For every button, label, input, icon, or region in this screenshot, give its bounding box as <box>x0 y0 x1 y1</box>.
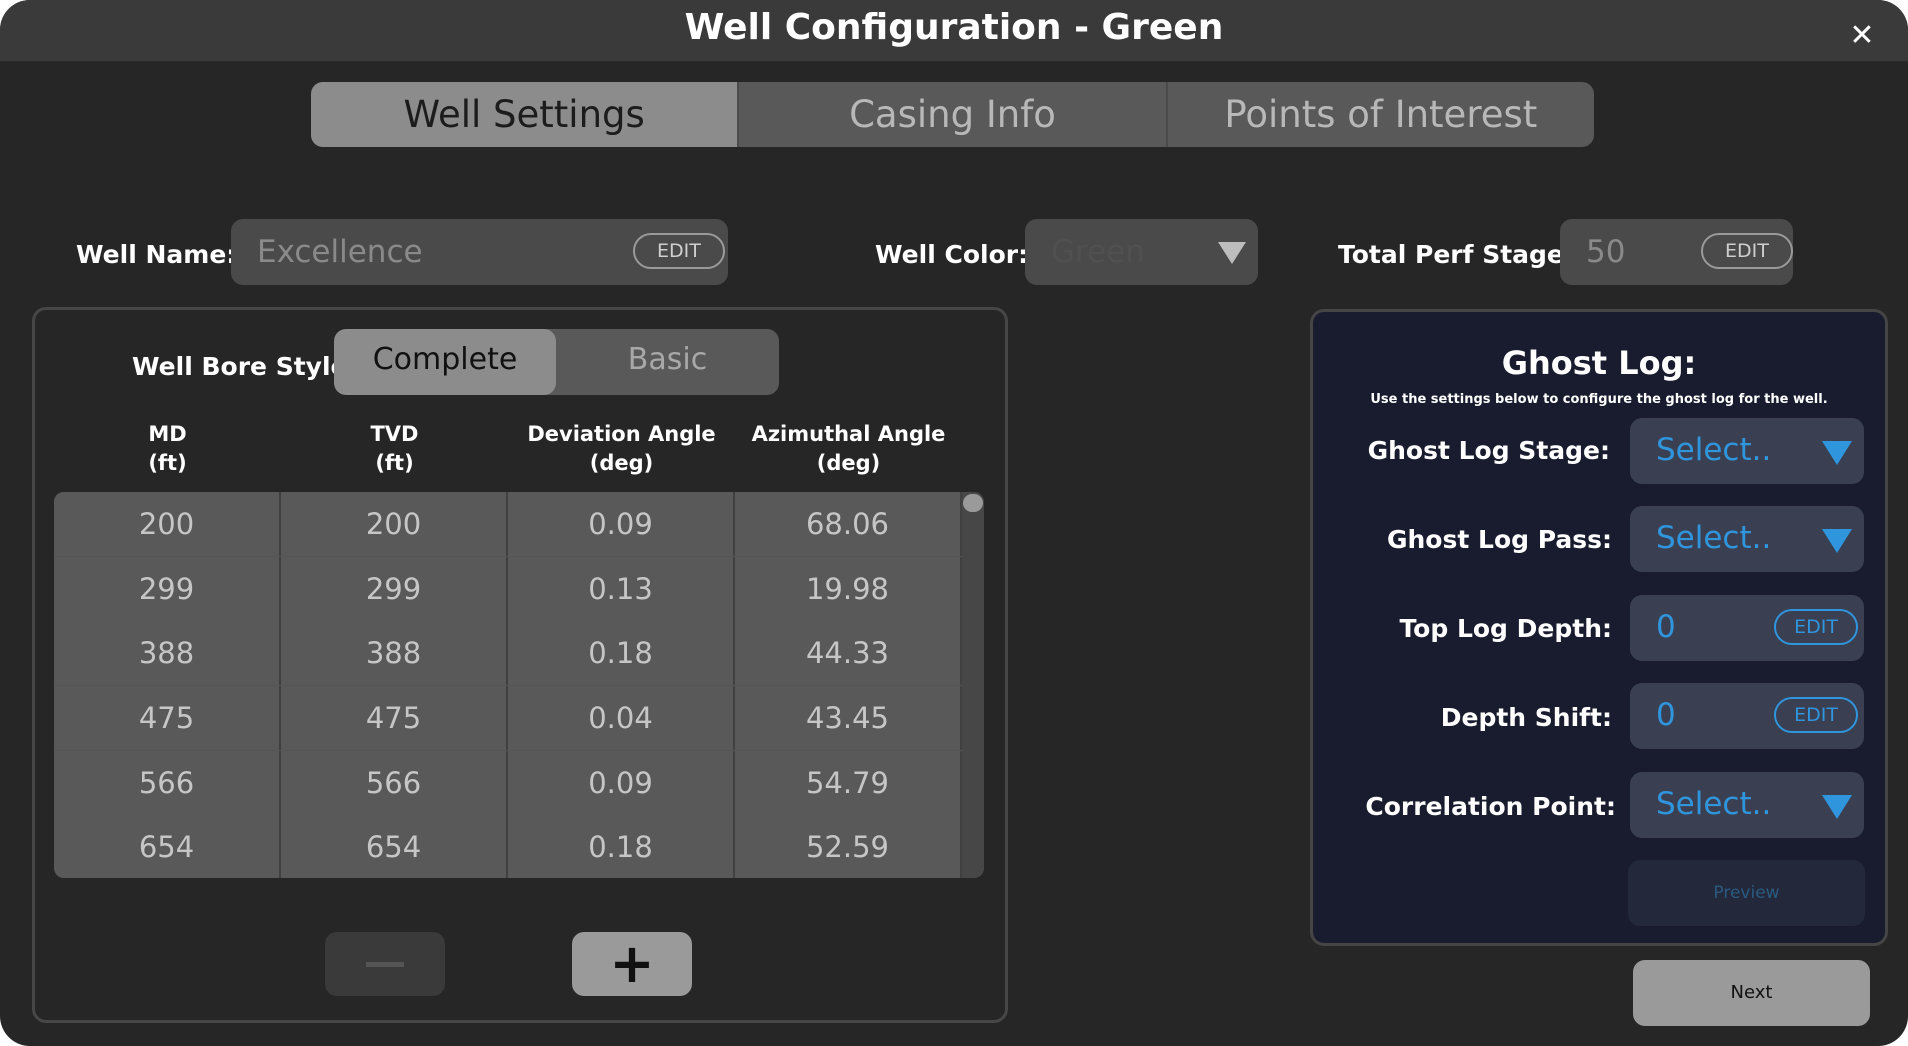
tab-well-settings[interactable]: Well Settings <box>311 82 738 147</box>
table-cell[interactable]: 19.98 <box>735 557 962 621</box>
ghost-log-stage-label: Ghost Log Stage: <box>1367 436 1610 465</box>
well-name-edit-button[interactable]: EDIT <box>633 233 725 269</box>
total-perf-stages-value: 50 <box>1586 234 1626 270</box>
column-header-title: Azimuthal Angle <box>751 422 946 446</box>
table-scrollbar[interactable] <box>962 492 984 878</box>
table-cell[interactable]: 654 <box>54 815 281 878</box>
correlation-point-dropdown[interactable]: Select.. <box>1630 772 1864 838</box>
total-perf-stages-label: Total Perf Stages: <box>1338 240 1589 269</box>
table-cell[interactable]: 200 <box>54 492 281 556</box>
depth-shift-edit-button[interactable]: EDIT <box>1774 697 1858 733</box>
column-header-title: MD <box>148 422 187 446</box>
well-bore-style-toggle: Complete Basic <box>334 329 779 395</box>
table-cell[interactable]: 44.33 <box>735 621 962 685</box>
table-cell[interactable]: 54.79 <box>735 751 962 815</box>
table-row[interactable]: 654 654 0.18 52.59 <box>54 815 962 878</box>
table-cell[interactable]: 0.09 <box>508 492 735 556</box>
table-row[interactable]: 299 299 0.13 19.98 <box>54 557 962 621</box>
well-color-dropdown[interactable]: Green <box>1025 219 1258 285</box>
table-cell[interactable]: 68.06 <box>735 492 962 556</box>
table-row[interactable]: 200 200 0.09 68.06 <box>54 492 962 556</box>
well-bore-complete-option[interactable]: Complete <box>334 329 556 395</box>
next-button[interactable]: Next <box>1633 960 1870 1026</box>
ghost-log-title: Ghost Log: <box>1501 344 1697 382</box>
column-header-tvd: TVD (ft) <box>281 420 508 478</box>
chevron-down-icon <box>1822 795 1852 819</box>
remove-row-button[interactable] <box>325 932 445 996</box>
close-button[interactable]: ✕ <box>1842 16 1882 56</box>
table-cell[interactable]: 200 <box>281 492 508 556</box>
window-title: Well Configuration - Green <box>684 7 1224 48</box>
table-cell[interactable]: 0.09 <box>508 751 735 815</box>
table-cell[interactable]: 0.18 <box>508 815 735 878</box>
table-cell[interactable]: 475 <box>54 686 281 750</box>
column-header-unit: (deg) <box>816 451 881 475</box>
preview-button[interactable]: Preview <box>1628 860 1865 926</box>
table-cell[interactable]: 388 <box>54 621 281 685</box>
table-row[interactable]: 475 475 0.04 43.45 <box>54 686 962 750</box>
table-cell[interactable]: 43.45 <box>735 686 962 750</box>
total-perf-stages-edit-button[interactable]: EDIT <box>1701 233 1793 269</box>
well-color-value: Green <box>1051 234 1145 270</box>
top-log-depth-value: 0 <box>1656 609 1676 645</box>
tab-bar: Well Settings Casing Info Points of Inte… <box>311 82 1594 147</box>
well-bore-basic-option[interactable]: Basic <box>556 329 779 395</box>
ghost-log-pass-dropdown[interactable]: Select.. <box>1630 506 1864 572</box>
well-bore-style-label: Well Bore Style: <box>132 352 358 381</box>
table-cell[interactable]: 566 <box>281 751 508 815</box>
table-cell[interactable]: 566 <box>54 751 281 815</box>
top-log-depth-edit-button[interactable]: EDIT <box>1774 609 1858 645</box>
correlation-point-value: Select.. <box>1656 786 1772 822</box>
column-header-title: TVD <box>370 422 419 446</box>
column-header-azimuthal-angle: Azimuthal Angle (deg) <box>735 420 962 478</box>
column-header-unit: (ft) <box>148 451 187 475</box>
ghost-log-stage-dropdown[interactable]: Select.. <box>1630 418 1864 484</box>
column-header-title: Deviation Angle <box>527 422 716 446</box>
column-header-deviation-angle: Deviation Angle (deg) <box>508 420 735 478</box>
chevron-down-icon <box>1218 242 1246 264</box>
survey-table: 200 200 0.09 68.06 299 299 0.13 19.98 38… <box>54 492 984 878</box>
column-header-unit: (deg) <box>589 451 654 475</box>
table-cell[interactable]: 0.04 <box>508 686 735 750</box>
table-row[interactable]: 388 388 0.18 44.33 <box>54 621 962 685</box>
depth-shift-value: 0 <box>1656 697 1676 733</box>
table-cell[interactable]: 0.13 <box>508 557 735 621</box>
table-cell[interactable]: 299 <box>281 557 508 621</box>
ghost-log-subtitle: Use the settings below to configure the … <box>1370 392 1828 407</box>
depth-shift-label: Depth Shift: <box>1440 703 1612 732</box>
well-color-label: Well Color: <box>875 240 1029 269</box>
chevron-down-icon <box>1822 441 1852 465</box>
ghost-log-stage-value: Select.. <box>1656 432 1772 468</box>
correlation-point-label: Correlation Point: <box>1365 792 1616 821</box>
top-log-depth-field[interactable]: 0 EDIT <box>1630 595 1864 661</box>
table-cell[interactable]: 388 <box>281 621 508 685</box>
tab-casing-info[interactable]: Casing Info <box>737 82 1165 147</box>
well-name-label: Well Name: <box>76 240 237 269</box>
add-row-button[interactable]: + <box>572 932 692 996</box>
well-configuration-window: Well Configuration - Green ✕ Well Settin… <box>0 0 1908 1046</box>
table-cell[interactable]: 654 <box>281 815 508 878</box>
scrollbar-thumb[interactable] <box>963 494 983 512</box>
table-cell[interactable]: 52.59 <box>735 815 962 878</box>
table-cell[interactable]: 0.18 <box>508 621 735 685</box>
total-perf-stages-field[interactable]: 50 EDIT <box>1560 219 1793 285</box>
minus-icon <box>366 962 404 967</box>
title-bar: Well Configuration - Green ✕ <box>0 0 1908 62</box>
tab-points-of-interest[interactable]: Points of Interest <box>1165 82 1594 147</box>
top-log-depth-label: Top Log Depth: <box>1399 614 1612 643</box>
ghost-log-pass-value: Select.. <box>1656 520 1772 556</box>
table-cell[interactable]: 475 <box>281 686 508 750</box>
well-name-field[interactable]: Excellence EDIT <box>231 219 728 285</box>
table-cell[interactable]: 299 <box>54 557 281 621</box>
well-name-value: Excellence <box>257 234 423 270</box>
column-header-unit: (ft) <box>375 451 414 475</box>
column-header-md: MD (ft) <box>54 420 281 478</box>
table-row[interactable]: 566 566 0.09 54.79 <box>54 751 962 815</box>
depth-shift-field[interactable]: 0 EDIT <box>1630 683 1864 749</box>
chevron-down-icon <box>1822 529 1852 553</box>
ghost-log-pass-label: Ghost Log Pass: <box>1386 525 1612 554</box>
